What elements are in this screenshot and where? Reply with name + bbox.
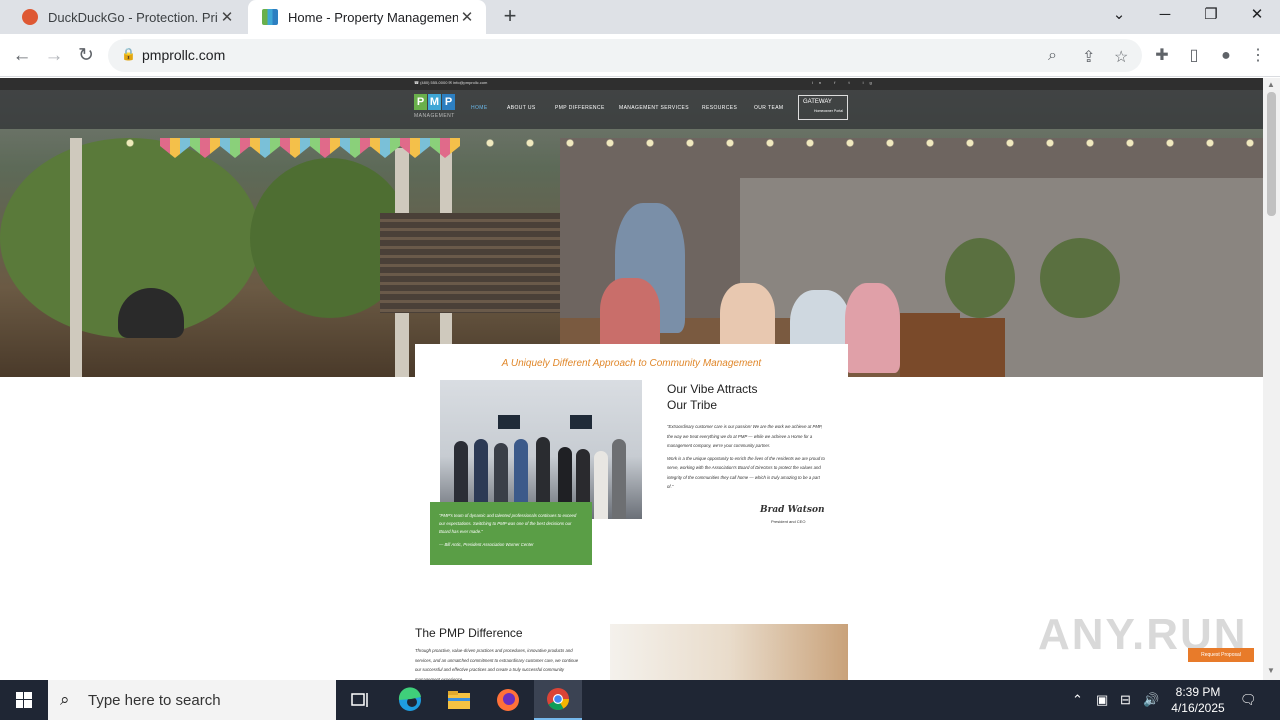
ceo-signature: Brad Watson xyxy=(760,505,825,515)
address-bar[interactable]: 🔒 pmprollc.com ⌕ ⇪ ☆ xyxy=(108,39,1142,72)
close-tab-icon[interactable]: ✕ xyxy=(458,8,476,26)
difference-text: Through proactive, value-driven practice… xyxy=(415,648,579,680)
hero-planter-plant xyxy=(1040,238,1120,318)
taskbar: ⌕ Type here to search ⌃ ▣ ⊟ 🔊 8:39 PM 4/… xyxy=(0,680,1280,720)
nav-pmp-difference[interactable]: PMP DIFFERENCE xyxy=(555,105,605,111)
page-scrollbar[interactable]: ▲ ▼ xyxy=(1263,78,1280,680)
vibe-line-2: Our Tribe xyxy=(667,398,718,412)
lock-icon[interactable]: 🔒 xyxy=(121,47,136,61)
profile-avatar-icon[interactable]: ● xyxy=(1214,44,1238,68)
nav-about-us[interactable]: ABOUT US xyxy=(507,105,536,111)
office-screen xyxy=(570,415,592,429)
hero-planter-plant xyxy=(945,238,1015,318)
ceo-message: "Extraordinary customer care is our pass… xyxy=(667,422,827,495)
gateway-subtitle: Homeowner Portal xyxy=(814,109,843,113)
hero-birch-trunk xyxy=(70,138,82,377)
hero-banner: ☎ (480) 555-0000 ✉ info@pmprollc.com in … xyxy=(0,78,1263,377)
show-hidden-icons-chevron-icon[interactable]: ⌃ xyxy=(1072,692,1083,708)
tab-strip: DuckDuckGo - Protection. Privacy ✕ Home … xyxy=(0,0,1280,34)
hero-person xyxy=(845,283,900,373)
edge-icon[interactable] xyxy=(386,680,434,720)
back-arrow-icon[interactable]: ← xyxy=(8,42,36,70)
gateway-portal-button[interactable]: GATEWAY Homeowner Portal xyxy=(798,95,848,120)
task-view-icon[interactable] xyxy=(336,680,384,720)
scroll-down-arrow-icon[interactable]: ▼ xyxy=(1267,666,1275,675)
system-clock[interactable]: 8:39 PM 4/16/2025 xyxy=(1164,684,1232,716)
search-icon: ⌕ xyxy=(60,690,70,709)
tab-title: DuckDuckGo - Protection. Privacy xyxy=(48,9,218,25)
extensions-puzzle-icon[interactable]: ✚ xyxy=(1150,44,1174,68)
side-panel-icon[interactable]: ▯ xyxy=(1182,44,1206,68)
difference-photo xyxy=(610,624,848,680)
tab-duckduckgo[interactable]: DuckDuckGo - Protection. Privacy ✕ xyxy=(8,0,246,34)
browser-toolbar: ← → ↻ 🔒 pmprollc.com ⌕ ⇪ ☆ ✚ ▯ ● ⋮ xyxy=(0,34,1280,77)
tagline: A Uniquely Different Approach to Communi… xyxy=(501,358,762,369)
tab-search-chevron-icon[interactable]: ⌄ xyxy=(1096,0,1142,30)
testimonial-author: — Bill Antic, President Association Warn… xyxy=(439,542,534,547)
logo-letter: M xyxy=(428,94,441,110)
scroll-up-arrow-icon[interactable]: ▲ xyxy=(1267,80,1275,89)
device-icon[interactable]: ▣ xyxy=(1096,692,1108,708)
logo-letter: P xyxy=(442,94,455,110)
ceo-message-p1: "Extraordinary customer care is our pass… xyxy=(667,424,823,448)
menu-kebab-icon[interactable]: ⋮ xyxy=(1246,44,1270,68)
file-explorer-icon[interactable] xyxy=(435,680,483,720)
hero-chair xyxy=(900,313,960,377)
minimize-button[interactable]: ─ xyxy=(1142,0,1188,30)
nav-our-team[interactable]: OUR TEAM xyxy=(754,105,784,111)
scrollbar-thumb[interactable] xyxy=(1267,92,1276,216)
clock-time: 8:39 PM xyxy=(1175,685,1221,699)
hero-chair xyxy=(960,318,1005,377)
new-tab-button[interactable]: + xyxy=(498,5,522,29)
logo-letter: P xyxy=(414,94,427,110)
nav-management-services[interactable]: MANAGEMENT SERVICES xyxy=(619,105,689,111)
notifications-icon[interactable]: 🗨 xyxy=(1240,692,1257,708)
vibe-heading: Our Vibe Attracts Our Tribe xyxy=(667,381,758,413)
contact-info[interactable]: ☎ (480) 555-0000 ✉ info@pmprollc.com xyxy=(414,80,487,85)
nav-home[interactable]: HOME xyxy=(471,105,488,111)
bookmark-star-icon[interactable]: ☆ xyxy=(1114,47,1128,67)
zoom-icon[interactable]: ⌕ xyxy=(1048,47,1057,65)
difference-title: The PMP Difference xyxy=(415,626,523,640)
page-viewport: ☎ (480) 555-0000 ✉ info@pmprollc.com in … xyxy=(0,78,1263,680)
taskbar-search[interactable]: ⌕ Type here to search xyxy=(48,680,336,720)
hero-fence xyxy=(380,213,560,313)
vibe-line-1: Our Vibe Attracts xyxy=(667,382,758,396)
duckduckgo-icon xyxy=(22,9,38,25)
nav-resources[interactable]: RESOURCES xyxy=(702,105,737,111)
share-icon[interactable]: ⇪ xyxy=(1082,47,1095,67)
ceo-message-p2: Work is a the unique opportunity to enri… xyxy=(667,455,825,490)
taskbar-search-placeholder: Type here to search xyxy=(88,692,221,709)
gateway-title: GATEWAY xyxy=(803,99,832,105)
request-proposal-button[interactable]: Request Proposal xyxy=(1188,648,1254,662)
testimonial-quote: "PMP's team of dynamic and talented prof… xyxy=(439,513,577,534)
firefox-icon[interactable] xyxy=(484,680,532,720)
network-icon[interactable]: ⊟ xyxy=(1120,692,1131,708)
team-photo xyxy=(440,380,642,519)
start-button[interactable] xyxy=(0,680,48,720)
close-window-button[interactable]: ✕ xyxy=(1234,0,1280,30)
social-icons[interactable]: in f t ig xyxy=(812,80,878,85)
testimonial-box: "PMP's team of dynamic and talented prof… xyxy=(430,502,592,565)
team-member xyxy=(594,451,608,519)
main-navigation: P M P MANAGEMENT HOME ABOUT US PMP DIFFE… xyxy=(0,90,1263,129)
reload-icon[interactable]: ↻ xyxy=(72,42,100,70)
ceo-title: President and CEO xyxy=(771,519,806,524)
tab-property-management[interactable]: Home - Property Management Pl ✕ xyxy=(248,0,486,34)
url-text[interactable]: pmprollc.com xyxy=(142,47,225,63)
pmp-favicon-icon xyxy=(262,9,278,25)
windows-logo-icon xyxy=(16,692,32,708)
tab-title: Home - Property Management Pl xyxy=(288,9,458,25)
chrome-icon[interactable] xyxy=(534,680,582,720)
volume-icon[interactable]: 🔊 xyxy=(1143,692,1159,708)
pmp-logo[interactable]: P M P MANAGEMENT xyxy=(414,94,458,124)
logo-subtitle: MANAGEMENT xyxy=(414,113,455,119)
restore-button[interactable]: ❐ xyxy=(1188,0,1234,30)
forward-arrow-icon[interactable]: → xyxy=(40,42,68,70)
team-member xyxy=(612,439,626,519)
close-tab-icon[interactable]: ✕ xyxy=(218,8,236,26)
clock-date: 4/16/2025 xyxy=(1171,701,1225,715)
office-screen xyxy=(498,415,520,429)
top-contact-bar: ☎ (480) 555-0000 ✉ info@pmprollc.com in … xyxy=(0,78,1263,90)
